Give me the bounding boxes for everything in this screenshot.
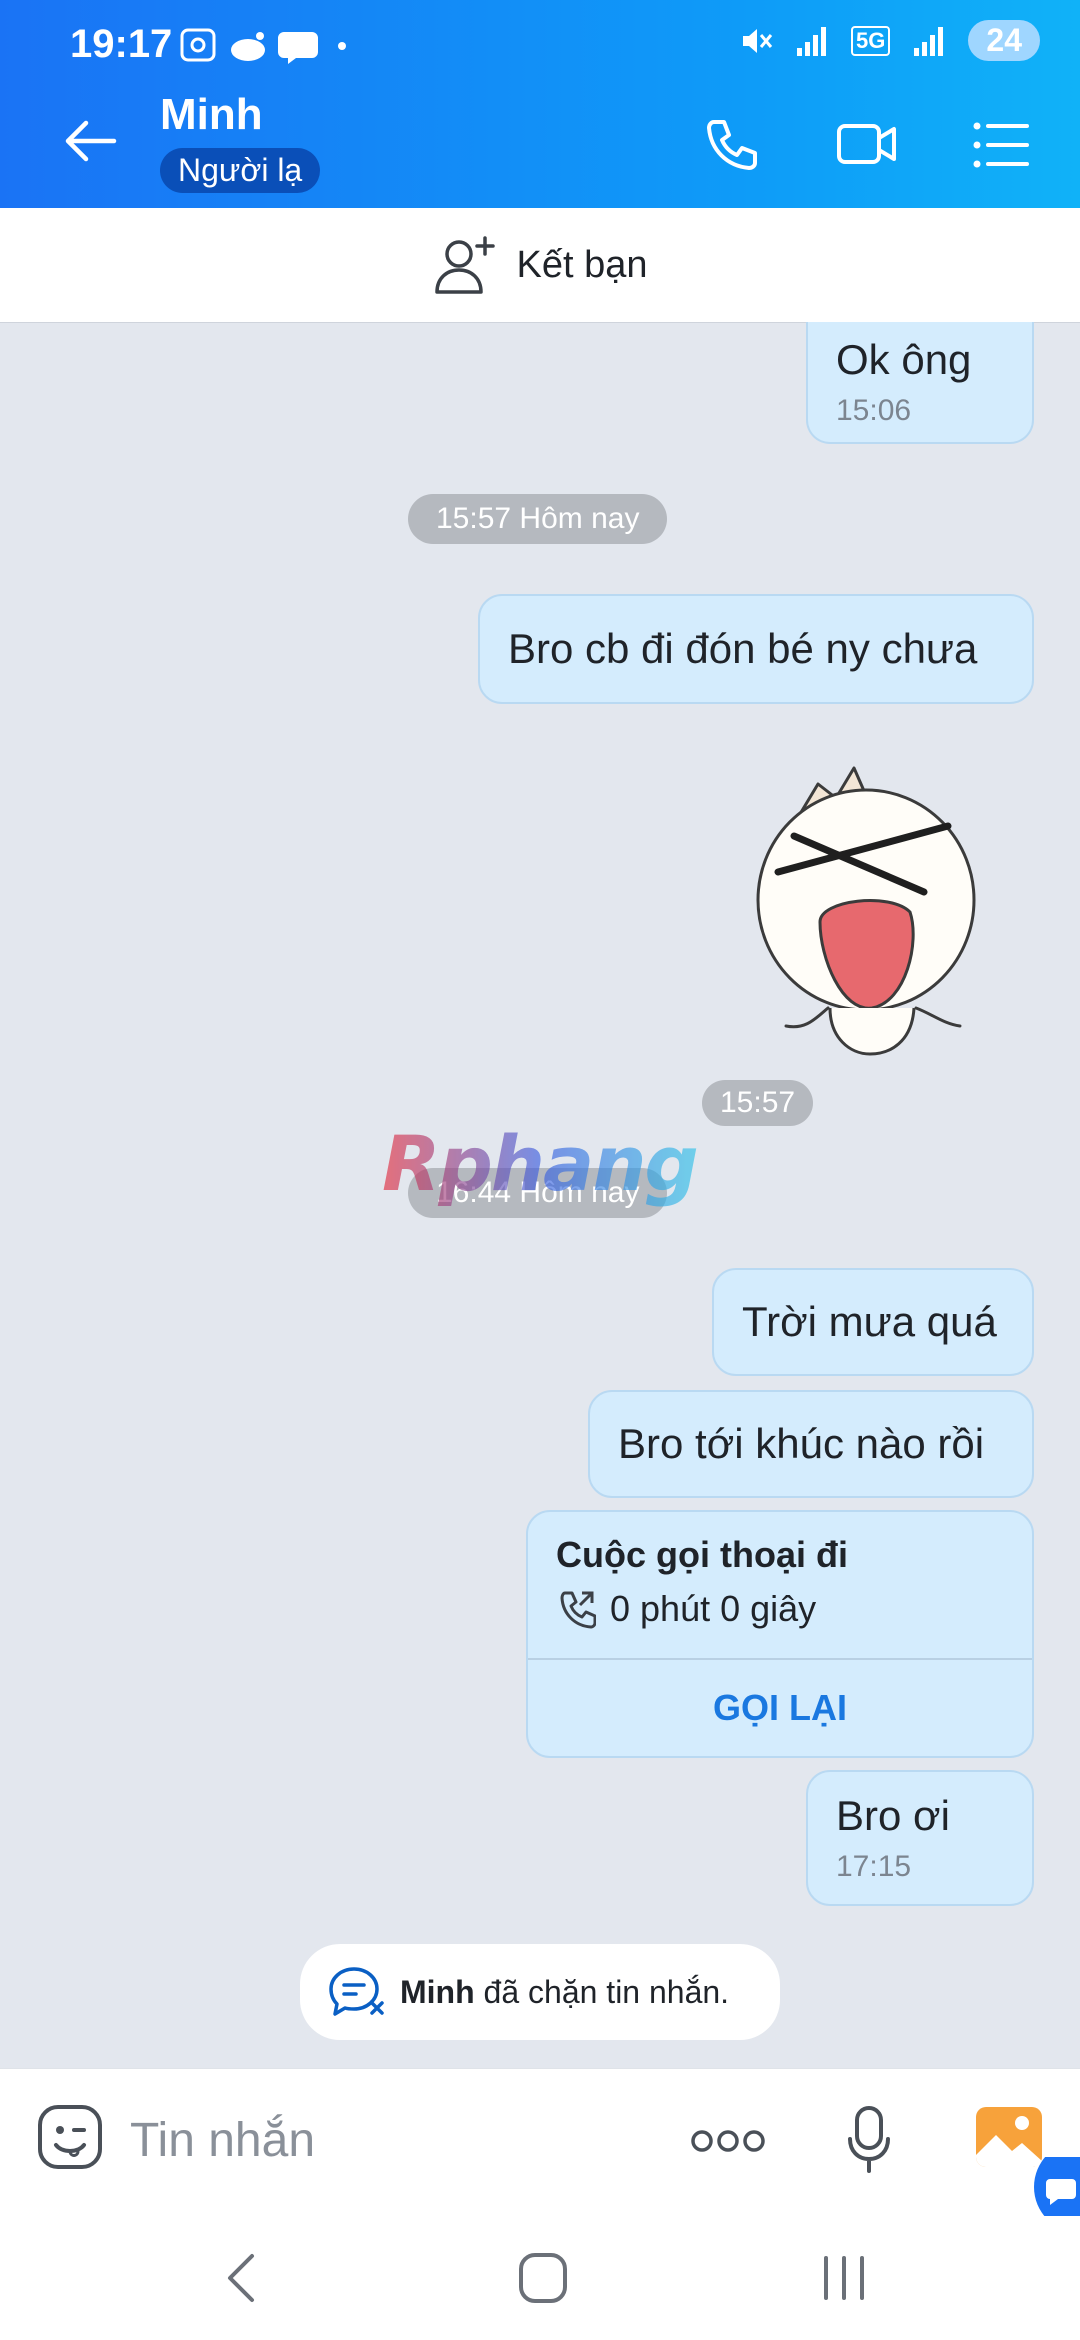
status-notification-icons	[180, 26, 350, 71]
add-user-icon	[434, 236, 495, 294]
message-text: Bro cb đi đón bé ny chưa	[508, 625, 978, 672]
watermark-logo: Rphang	[378, 1119, 708, 1230]
call-back-button[interactable]: GỌI LẠI	[528, 1660, 1032, 1756]
message-time: 17:15	[836, 1850, 912, 1883]
voice-record-button[interactable]	[846, 2105, 892, 2180]
stranger-badge: Người lạ	[160, 148, 321, 193]
chevron-left-icon	[228, 2254, 254, 2302]
more-dots-icon	[691, 2130, 765, 2152]
message-blocked-icon	[329, 1967, 384, 2016]
watermark-image: Rphang	[382, 1119, 699, 1208]
arrow-left-icon	[65, 120, 117, 162]
sticker-time: 15:57	[702, 1080, 814, 1126]
blocked-notice: Minh đã chặn tin nhắn.	[300, 1944, 780, 2040]
message-bubble[interactable]: Bro cb đi đón bé ny chưa	[478, 594, 1034, 704]
signal-2-icon	[914, 26, 944, 56]
network-type: 5G	[851, 25, 891, 56]
notification-icons	[180, 28, 346, 64]
add-friend-label: Kết bạn	[516, 243, 648, 286]
blocked-contact-name: Minh	[400, 1973, 475, 2010]
floating-chat-bubble[interactable]	[1032, 2141, 1080, 2233]
video-camera-icon	[837, 124, 896, 164]
mute-icon	[743, 28, 773, 53]
recents-icon	[824, 2256, 864, 2300]
call-title: Cuộc gọi thoại đi	[556, 1534, 848, 1575]
message-text: Bro ơi	[836, 1792, 950, 1839]
back-button[interactable]	[60, 116, 120, 166]
message-text: Bro tới khúc nào rồi	[618, 1420, 985, 1467]
message-text: Trời mưa quá	[742, 1298, 997, 1345]
message-text: Ok ông	[836, 336, 972, 383]
video-call-button[interactable]	[836, 118, 898, 175]
time-separator: 15:57 Hôm nay	[408, 494, 668, 544]
system-nav-bar	[0, 2216, 1080, 2340]
call-duration: 0 phút 0 giây	[556, 1588, 816, 1630]
blocked-message: đã chặn tin nhắn.	[483, 1973, 730, 2010]
add-friend-button[interactable]: Kết bạn	[0, 208, 1080, 323]
emoji-sticker-icon	[38, 2105, 102, 2169]
message-bubble[interactable]: Trời mưa quá	[712, 1268, 1034, 1376]
message-input-bar: Tin nhắn	[0, 2068, 1080, 2233]
battery-indicator: 24	[968, 20, 1040, 61]
contact-name[interactable]: Minh	[160, 90, 263, 140]
signal-icon	[797, 26, 827, 56]
sticker[interactable]	[748, 752, 984, 1058]
message-time: 15:06	[836, 394, 912, 427]
microphone-icon	[848, 2106, 890, 2173]
nav-back-button[interactable]	[222, 2252, 258, 2309]
chat-options-button[interactable]	[972, 120, 1030, 175]
home-square-icon	[519, 2253, 567, 2303]
svg-text:Rphang: Rphang	[382, 1120, 697, 1208]
more-options-button[interactable]	[690, 2125, 766, 2162]
nav-recents-button[interactable]	[822, 2252, 866, 2309]
phone-icon	[707, 120, 757, 170]
message-bubble[interactable]: Ok ông 15:06	[806, 322, 1034, 444]
outgoing-call-icon	[560, 1591, 596, 1629]
nav-home-button[interactable]	[518, 2252, 568, 2309]
chat-header: 19:17 5G 24 Minh Người lạ	[0, 0, 1080, 208]
call-duration-text: 0 phút 0 giây	[610, 1588, 817, 1629]
status-right: 5G 24	[739, 20, 1040, 61]
status-time: 19:17	[70, 22, 173, 66]
sticker-button[interactable]	[36, 2103, 104, 2176]
message-input[interactable]: Tin nhắn	[130, 2113, 315, 2168]
message-bubble[interactable]: Bro tới khúc nào rồi	[588, 1390, 1034, 1498]
call-log-card[interactable]: Cuộc gọi thoại đi 0 phút 0 giây GỌI LẠI	[526, 1510, 1034, 1758]
list-menu-icon	[973, 122, 1029, 168]
message-bubble[interactable]: Bro ơi 17:15	[806, 1770, 1034, 1906]
voice-call-button[interactable]	[700, 116, 758, 179]
sticker-image	[756, 766, 976, 1056]
blocked-notice-text: Minh đã chặn tin nhắn.	[400, 1974, 729, 2011]
chat-bubble-icon	[1034, 2141, 1080, 2233]
